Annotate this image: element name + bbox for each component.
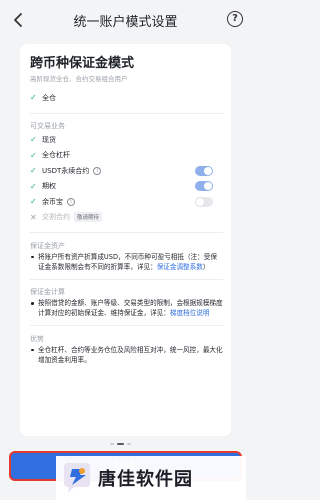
business-row-cross-margin: ✓ 全仓杠杆 [30,148,223,164]
info-icon[interactable]: i [93,166,102,175]
card-fade [20,402,231,436]
business-label: 期权 [42,182,56,191]
tradable-label: 可交易业务 [30,122,65,131]
chevron-left-icon[interactable] [10,11,28,29]
section-text: 按照借贷的金额、账户等级、交易类型的限制，会根据规模梯度计算对应的初始保证金、维… [30,298,223,318]
check-icon: ✓ [30,150,37,160]
page-title: 统一账户模式设置 [73,14,178,30]
business-row-options: ✓ 期权 [30,179,223,195]
business-label: 现货 [42,135,56,144]
question-circle-icon[interactable]: ? [227,11,243,27]
section-label: 保证金计算 [30,288,65,297]
business-row-spot: ✓ 现货 [30,132,223,148]
section-body: 全仓杠杆、合约等业务仓位及风险相互对冲，统一风控，最大化增加资金利用率。 [38,345,223,364]
section-body-end: ） [202,262,210,271]
business-label: 交割合约 [42,213,70,222]
divider [30,112,223,114]
check-icon: ✓ [30,93,37,103]
section-text: 全仓杠杆、合约等业务仓位及风险相互对冲，统一风控，最大化增加资金利用率。 [30,345,223,365]
divider [30,232,223,233]
watermark: 唐佳软件园 [56,456,246,500]
info-icon[interactable]: i [67,197,75,206]
usdt-perp-toggle[interactable] [195,165,213,176]
business-row-usdt-perp: ✓ USDT永续合约 i [30,163,223,179]
business-row-delivery: ✕ 交割合约 敬请期待 [30,210,223,226]
mode-title: 跨币种保证金模式 [30,56,135,71]
margin-coefficient-link[interactable]: 保证金调整系数 [157,263,203,271]
coming-soon-badge: 敬请期待 [74,212,103,223]
watermark-text: 唐佳软件园 [98,469,193,490]
check-icon: ✓ [30,197,37,207]
check-icon: ✓ [30,135,37,145]
options-toggle[interactable] [195,181,213,192]
page-dot[interactable] [127,443,131,445]
business-label: USDT永续合约 [42,166,90,175]
business-label: 余币宝 [42,197,63,206]
section-text: 将账户所有资产折算成USD，不同币种可盈亏相抵（注：受保证金系数限制会有不同的折… [30,252,223,272]
check-icon: ✓ [30,181,37,191]
divider [30,325,223,326]
page-dot-active[interactable] [117,443,124,445]
header-bar: 统一账户模式设置 ? [0,0,251,40]
savings-toggle[interactable] [195,196,213,207]
mode-subtitle: 高阶现货全仓、合约交易组合用户 [30,75,128,83]
section-label: 保证金资产 [30,241,65,250]
divider [30,278,223,280]
page-indicator [110,443,131,445]
business-label: 全仓杠杆 [42,151,70,160]
mode-card: 跨币种保证金模式 高阶现货全仓、合约交易组合用户 ✓ 全仓 可交易业务 ✓ 现货… [20,44,231,436]
margin-mode-label: 全仓 [42,93,56,102]
check-icon: ✓ [30,166,37,176]
close-icon: ✕ [30,212,37,222]
section-label: 优势 [30,334,44,343]
margin-mode-row: ✓ 全仓 [30,90,223,106]
tier-explanation-link[interactable]: 梯度档位说明 [170,309,210,317]
watermark-logo-icon [64,463,90,493]
page-dot[interactable] [110,443,114,445]
business-row-savings: ✓ 余币宝 i [30,194,223,210]
